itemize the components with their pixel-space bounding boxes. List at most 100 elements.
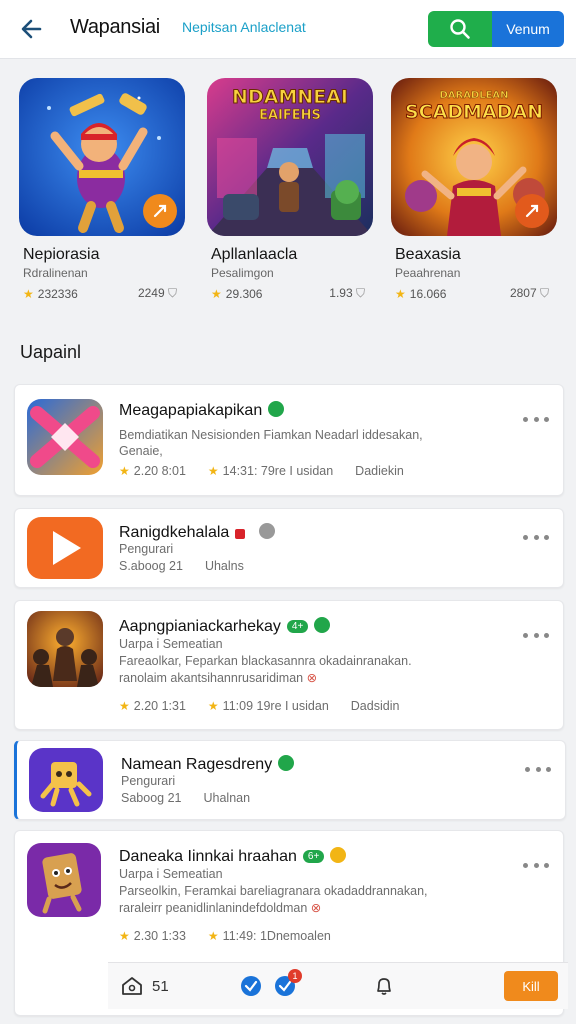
featured-app-downloads: 2807 xyxy=(509,286,537,300)
notification-count-badge: 1 xyxy=(288,969,302,983)
more-options-button[interactable] xyxy=(523,529,549,545)
dot xyxy=(544,534,549,540)
star-icon: ★ xyxy=(119,929,130,943)
featured-art-title: NDAMNEAI EAIFEHS xyxy=(232,86,349,124)
more-options-button[interactable] xyxy=(523,411,549,427)
app-list-item[interactable]: Ranigdkehalala Pengurari S.aboog 21 Uhal… xyxy=(14,508,564,588)
install-button[interactable]: Kill xyxy=(504,971,558,1001)
search-icon xyxy=(450,19,470,39)
app-icon xyxy=(27,399,103,475)
play-badge-icon xyxy=(515,194,549,228)
featured-app-meta: ★ 16.066 2807 ⛉ xyxy=(395,286,549,301)
app-description: Pengurari xyxy=(119,542,174,556)
app-name: Namean Ragesdreny xyxy=(121,755,295,774)
check-badge-icon xyxy=(241,976,261,996)
featured-app-card[interactable]: NDAMNEAI EAIFEHS Apllanlaacla Pesalimgon… xyxy=(207,78,375,310)
dot xyxy=(523,534,528,540)
venum-button[interactable]: Venum xyxy=(492,11,564,47)
star-icon: ★ xyxy=(211,286,222,301)
home-button[interactable]: 51 xyxy=(120,971,169,1001)
shield-icon: ⛉ xyxy=(167,286,177,300)
featured-app-rating: 29.306 xyxy=(225,286,263,301)
dot xyxy=(523,416,528,422)
alerts-button[interactable] xyxy=(372,971,396,1001)
dot xyxy=(523,632,528,638)
page-title: Wapansiai xyxy=(70,16,160,38)
dot xyxy=(533,534,539,540)
star-icon: ★ xyxy=(207,699,219,713)
verified-filter-button[interactable] xyxy=(240,971,262,1001)
bottom-action-bar: 51 1 Kill xyxy=(108,962,568,1009)
app-description: Genaie, xyxy=(119,444,163,458)
star-icon: ★ xyxy=(119,464,130,478)
age-rating-badge: 6+ xyxy=(302,850,325,863)
star-icon: ★ xyxy=(207,929,219,943)
app-description: Bemdiatikan Nesisionden Fiamkan Neadarl … xyxy=(119,428,423,442)
dot xyxy=(544,862,549,868)
featured-app-name: Beaxasia xyxy=(395,246,461,263)
dot xyxy=(546,766,551,772)
dot xyxy=(533,416,539,422)
app-name: Ranigdkehalala xyxy=(119,523,276,542)
featured-app-artwork: NDAMNEAI EAIFEHS xyxy=(207,78,373,236)
verified-icon xyxy=(268,401,285,417)
back-button[interactable] xyxy=(14,11,50,47)
app-description: Pengurari xyxy=(121,774,176,788)
app-name: Meagapapiakapikan xyxy=(119,401,285,420)
play-badge-icon xyxy=(143,194,177,228)
featured-app-meta: ★ 232336 2249 ⛉ xyxy=(23,286,177,301)
app-icon xyxy=(27,517,103,579)
home-icon xyxy=(122,977,142,995)
app-meta: ★ 2.30 1:33 ★ 11:49: 1Dnemoalen xyxy=(119,929,331,943)
top-app-bar: Wapansiai Nepitsan Anlaclenat Venum xyxy=(0,0,576,59)
more-options-button[interactable] xyxy=(523,627,549,643)
app-description: raraleirr peanidlinlanindefdoldman ⊗ xyxy=(119,901,322,915)
featured-app-card[interactable]: Nepiorasia Rdralinenan ★ 232336 2249 ⛉ xyxy=(19,78,187,310)
featured-app-category: Peaahrenan xyxy=(395,266,461,280)
notifications-button[interactable]: 1 xyxy=(274,969,302,1001)
more-options-button[interactable] xyxy=(523,857,549,873)
app-list-item[interactable]: Namean Ragesdreny Pengurari Saboog 21 Uh… xyxy=(14,740,566,820)
app-list-item[interactable]: Aapngpianiackarhekay 4+ Uarpa i Semeatian… xyxy=(14,600,564,730)
featured-app-artwork xyxy=(19,78,185,236)
app-description: Fareaolkar, Feparkan blackasannra okadai… xyxy=(119,654,412,668)
star-icon: ★ xyxy=(23,286,34,301)
verified-icon xyxy=(330,847,347,863)
featured-app-downloads: 2249 xyxy=(137,286,165,300)
app-icon xyxy=(27,843,101,917)
featured-app-rating: 232336 xyxy=(37,286,78,301)
featured-app-rating: 16.066 xyxy=(409,286,447,301)
app-developer: Uarpa i Semeatian xyxy=(119,637,223,651)
verified-icon xyxy=(278,755,295,771)
alert-icon xyxy=(235,529,246,539)
star-icon: ★ xyxy=(395,286,406,301)
shield-icon: ⛉ xyxy=(539,286,549,300)
featured-app-card[interactable]: DARADLEAN SCADMADAN Beaxasia Peaahrenan … xyxy=(391,78,559,310)
featured-art-title: DARADLEAN SCADMADAN xyxy=(404,90,544,124)
app-meta: ★ 2.20 8:01 ★ 14:31: 79re I usidan Dadieki… xyxy=(119,464,404,478)
featured-app-category: Rdralinenan xyxy=(23,266,88,280)
page-subtitle[interactable]: Nepitsan Anlaclenat xyxy=(182,19,306,35)
dot xyxy=(544,632,549,638)
app-list-item[interactable]: Meagapapiakapikan Bemdiatikan Nesisionde… xyxy=(14,384,564,496)
dot xyxy=(523,862,528,868)
featured-app-artwork: DARADLEAN SCADMADAN xyxy=(391,78,557,236)
dot xyxy=(533,632,539,638)
dot xyxy=(533,862,539,868)
more-options-button[interactable] xyxy=(525,761,551,777)
search-button[interactable] xyxy=(428,11,492,47)
bell-icon xyxy=(377,978,391,995)
dot xyxy=(535,766,541,772)
app-description: ranolaim akantsihannrusaridiman ⊗ xyxy=(119,671,318,685)
info-icon: ⊗ xyxy=(310,901,322,915)
app-meta: S.aboog 21 Uhalns xyxy=(119,559,244,573)
featured-app-category: Pesalimgon xyxy=(211,266,274,280)
featured-app-name: Apllanlaacla xyxy=(211,246,298,263)
star-icon: ★ xyxy=(207,464,219,478)
shield-icon: ⛉ xyxy=(355,286,365,300)
section-heading: Uapainl xyxy=(20,342,82,362)
app-meta: ★ 2.20 1:31 ★ 11:09 19re I usidan Dadsidin xyxy=(119,699,400,713)
star-icon: ★ xyxy=(119,699,130,713)
verified-icon xyxy=(314,617,331,633)
app-icon xyxy=(27,611,103,687)
